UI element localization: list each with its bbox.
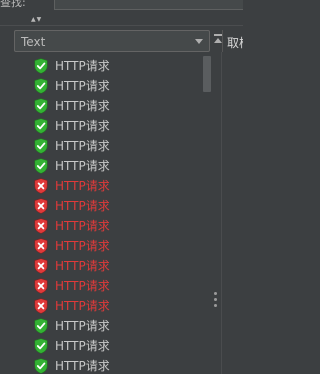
top-strip: 查找: xyxy=(0,0,243,12)
tree-row-label: HTTP请求 xyxy=(55,99,110,113)
tree-row-label: HTTP请求 xyxy=(55,199,110,213)
splitter-handle[interactable] xyxy=(214,292,218,312)
tree-row-label: HTTP请求 xyxy=(55,259,110,273)
tree-row-label: HTTP请求 xyxy=(55,79,110,93)
arrow-down-icon: ▼ xyxy=(36,16,43,23)
panel-border xyxy=(221,52,222,374)
renderer-select-value: Text xyxy=(21,35,46,49)
check-shield-icon xyxy=(34,58,48,74)
tree-row[interactable]: HTTP请求 xyxy=(0,236,212,256)
tree-row-label: HTTP请求 xyxy=(55,319,110,333)
collapse-expand-arrows[interactable]: ▲▼ xyxy=(31,16,41,24)
tree-row[interactable]: HTTP请求 xyxy=(0,136,212,156)
tree-row[interactable]: HTTP请求 xyxy=(0,336,212,356)
error-shield-icon xyxy=(34,298,48,314)
check-shield-icon xyxy=(34,318,48,334)
error-shield-icon xyxy=(34,238,48,254)
tree-row[interactable]: HTTP请求 xyxy=(0,156,212,176)
tree-row[interactable]: HTTP请求 xyxy=(0,96,212,116)
tree-row[interactable]: HTTP请求 xyxy=(0,276,212,296)
tree-row-label: HTTP请求 xyxy=(55,59,110,73)
check-shield-icon xyxy=(34,358,48,374)
tree-row[interactable]: HTTP请求 xyxy=(0,356,212,374)
tree-row-label: HTTP请求 xyxy=(55,219,110,233)
tree-row[interactable]: HTTP请求 xyxy=(0,196,212,216)
tree-row[interactable]: HTTP请求 xyxy=(0,316,212,336)
tree-row[interactable]: HTTP请求 xyxy=(0,216,212,236)
error-shield-icon xyxy=(34,258,48,274)
tab-label: 取样 xyxy=(227,36,243,50)
tree-row-label: HTTP请求 xyxy=(55,139,110,153)
error-shield-icon xyxy=(34,178,48,194)
tree-row-label: HTTP请求 xyxy=(55,119,110,133)
tree-row[interactable]: HTTP请求 xyxy=(0,176,212,196)
tree-row-label: HTTP请求 xyxy=(55,339,110,353)
tree-row-label: HTTP请求 xyxy=(55,239,110,253)
tree-row[interactable]: HTTP请求 xyxy=(0,116,212,136)
renderer-select[interactable]: Text xyxy=(14,30,210,52)
divider xyxy=(0,25,243,26)
scrollbar-thumb[interactable] xyxy=(203,56,211,92)
check-shield-icon xyxy=(34,338,48,354)
tree-row[interactable]: HTTP请求 xyxy=(0,56,212,76)
tree-row[interactable]: HTTP请求 xyxy=(0,76,212,96)
tree-row-label: HTTP请求 xyxy=(55,299,110,313)
chevron-down-icon xyxy=(195,39,203,44)
error-shield-icon xyxy=(34,278,48,294)
error-shield-icon xyxy=(34,198,48,214)
check-shield-icon xyxy=(34,118,48,134)
check-shield-icon xyxy=(34,98,48,114)
error-shield-icon xyxy=(34,218,48,234)
tree-row-label: HTTP请求 xyxy=(55,359,110,373)
results-tree: HTTP请求 HTTP请求 HTTP请求 HTTP请求 HTTP请求 HTTP请求 HTTP… xyxy=(0,56,212,374)
check-shield-icon xyxy=(34,78,48,94)
search-input[interactable] xyxy=(54,0,243,10)
tree-row[interactable]: HTTP请求 xyxy=(0,296,212,316)
tab-sampler-result[interactable]: 取样 xyxy=(222,30,243,52)
tree-row[interactable]: HTTP请求 xyxy=(0,256,212,276)
tree-row-label: HTTP请求 xyxy=(55,279,110,293)
check-shield-icon xyxy=(34,138,48,154)
check-shield-icon xyxy=(34,158,48,174)
search-label: 查找: xyxy=(0,0,26,8)
tree-row-label: HTTP请求 xyxy=(55,179,110,193)
tree-row-label: HTTP请求 xyxy=(55,159,110,173)
